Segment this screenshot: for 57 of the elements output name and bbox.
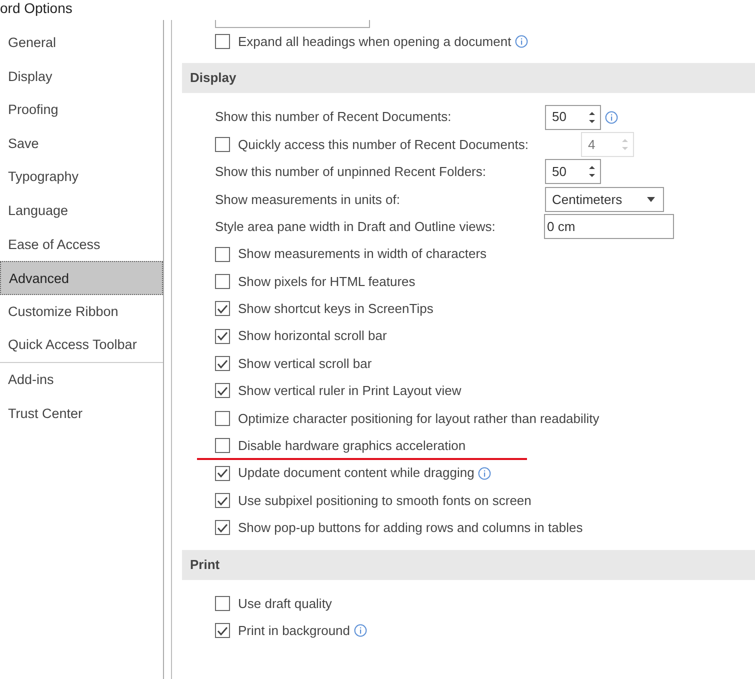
checkbox[interactable] [215, 520, 230, 536]
option-label: Use draft quality [238, 594, 332, 613]
input-field[interactable]: 0 cm [544, 214, 674, 240]
checkbox[interactable] [215, 383, 230, 398]
checkbox[interactable] [215, 493, 230, 508]
spin-field[interactable]: 50 [545, 159, 601, 184]
option-label: Use subpixel positioning to smooth fonts on screen [238, 492, 532, 510]
option-label: Show shortcut keys in ScreenTips [238, 300, 434, 318]
checkbox[interactable] [215, 274, 230, 289]
checkbox[interactable] [215, 34, 230, 50]
sidebar-item[interactable]: Proofing [0, 93, 163, 127]
option-label: Show this number of Recent Documents: [215, 108, 452, 126]
option-label: Quickly access this number of Recent Documents: [238, 136, 530, 154]
option-label: Disable hardware graphics acceleration [238, 437, 466, 456]
sidebar-item[interactable]: Customize Ribbon [0, 294, 163, 328]
sidebar-item[interactable]: Display [0, 60, 163, 94]
spin-arrows-icon [588, 165, 596, 178]
units-dropdown[interactable]: Centimeters [545, 186, 664, 212]
window-title: ord Options [0, 0, 72, 16]
option-label: Update document content while dragging [238, 464, 474, 482]
option-label: Style area pane width in Draft and Outline views: [215, 218, 496, 236]
section-header: Print [182, 550, 755, 580]
option-label: Print in background [238, 622, 350, 640]
checkbox[interactable] [215, 438, 230, 454]
checkbox[interactable] [215, 623, 230, 638]
checkbox[interactable] [215, 466, 230, 481]
checkbox[interactable] [215, 301, 230, 316]
sidebar-item[interactable]: Ease of Access [0, 228, 163, 262]
sidebar-item[interactable]: Add-ins [0, 362, 163, 397]
sidebar-item[interactable]: Trust Center [0, 396, 163, 430]
option-label: Show pixels for HTML features [238, 272, 416, 291]
spin-arrows-icon [588, 110, 596, 124]
option-label: Show this number of unpinned Recent Folders: [215, 163, 487, 182]
section-header: Display [182, 63, 755, 94]
option-label: Show measurements in width of characters [238, 245, 487, 264]
sidebar-item[interactable]: Language [0, 194, 163, 228]
checkbox[interactable] [215, 328, 230, 344]
checkbox[interactable] [215, 410, 230, 426]
option-label: Show horizontal scroll bar [238, 327, 387, 346]
option-label: Show vertical ruler in Print Layout view [238, 382, 462, 400]
option-label: Show vertical scroll bar [238, 354, 372, 373]
option-label: Show measurements in units of: [215, 190, 401, 208]
spin-arrows-icon [621, 138, 629, 151]
option-label: Show pop-up buttons for adding rows and columns in tables [238, 519, 583, 538]
spin-field[interactable]: 50 [545, 104, 601, 130]
option-label: Optimize character positioning for layout rather than readability [238, 410, 600, 428]
checkbox[interactable] [215, 356, 230, 372]
input-field[interactable] [215, 20, 370, 28]
option-label: Expand all headings when opening a document [238, 32, 512, 51]
sidebar-item[interactable]: General [0, 26, 163, 60]
sidebar-item[interactable]: Typography [0, 160, 163, 194]
checkbox[interactable] [215, 596, 230, 611]
sidebar-item[interactable]: Quick Access Toolbar [0, 328, 163, 362]
sidebar-item[interactable]: Advanced [0, 261, 163, 295]
caret-icon [647, 196, 655, 202]
checkbox[interactable] [215, 246, 230, 262]
sidebar-item[interactable]: Save [0, 126, 163, 160]
